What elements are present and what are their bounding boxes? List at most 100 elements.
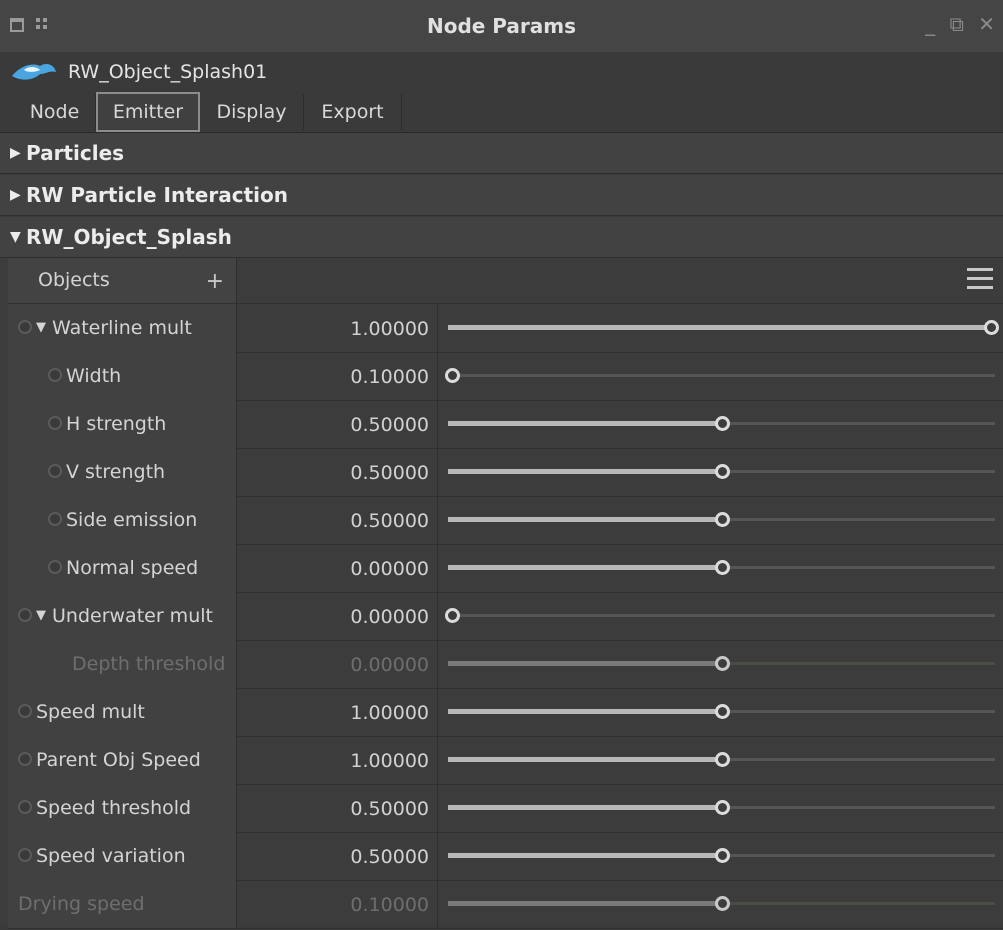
param-row-width: Width 0.10000 (8, 352, 1003, 401)
window-controls[interactable]: _ ⧉ ✕ (925, 12, 999, 36)
keyframe-radio-icon[interactable] (18, 800, 32, 814)
param-value-field[interactable]: 0.10000 (237, 880, 438, 928)
keyframe-radio-icon[interactable] (18, 752, 32, 766)
param-slider[interactable] (438, 880, 1003, 928)
param-value-field[interactable]: 0.50000 (237, 496, 438, 544)
param-value-field[interactable]: 0.10000 (237, 352, 438, 400)
keyframe-radio-icon[interactable] (48, 464, 62, 478)
tab-export[interactable]: Export (304, 94, 402, 130)
param-label: H strength (66, 413, 167, 435)
param-slider[interactable] (438, 832, 1003, 880)
section-label: Particles (26, 141, 125, 165)
param-value-field[interactable]: 0.50000 (237, 400, 438, 448)
slider-track[interactable] (448, 374, 995, 377)
param-value: 0.00000 (350, 606, 429, 628)
slider-handle[interactable] (714, 416, 730, 431)
keyframe-radio-icon[interactable] (18, 848, 32, 862)
param-value-field[interactable]: 1.00000 (237, 304, 438, 352)
param-value-field[interactable]: 0.50000 (237, 448, 438, 496)
collapse-caret-icon[interactable]: ▼ (36, 592, 46, 640)
keyframe-radio-icon[interactable] (48, 560, 62, 574)
param-value-field[interactable]: 1.00000 (237, 688, 438, 736)
param-slider[interactable] (438, 784, 1003, 832)
param-label: Parent Obj Speed (36, 749, 201, 771)
param-label-cell: V strength (8, 448, 237, 496)
keyframe-radio-icon[interactable] (18, 320, 32, 334)
slider-handle[interactable] (984, 320, 999, 335)
tab-node[interactable]: Node (14, 94, 96, 130)
section-rw-object-splash[interactable]: ▼ RW_Object_Splash (0, 217, 1003, 258)
slider-handle[interactable] (714, 512, 730, 527)
param-slider[interactable] (438, 352, 1003, 400)
slider-track[interactable] (448, 614, 995, 617)
param-label-cell: Speed threshold (8, 784, 237, 832)
param-value-field[interactable]: 0.00000 (237, 640, 438, 688)
param-label: Normal speed (66, 557, 199, 579)
param-slider[interactable] (438, 544, 1003, 592)
node-name: RW_Object_Splash01 (68, 61, 268, 83)
slider-handle[interactable] (714, 896, 730, 911)
keyframe-radio-icon[interactable] (48, 512, 62, 526)
param-value: 0.00000 (350, 654, 429, 676)
param-label: Speed threshold (36, 797, 192, 819)
param-value-field[interactable]: 0.00000 (237, 544, 438, 592)
slider-handle[interactable] (714, 464, 730, 479)
section-particles[interactable]: ▶ Particles (0, 133, 1003, 174)
param-slider[interactable] (438, 496, 1003, 544)
param-value: 0.50000 (350, 846, 429, 868)
param-value: 1.00000 (350, 702, 429, 724)
keyframe-radio-icon[interactable] (48, 416, 62, 430)
param-value-field[interactable]: 0.00000 (237, 592, 438, 640)
keyframe-radio-icon[interactable] (18, 704, 32, 718)
slider-handle[interactable] (714, 800, 730, 815)
param-label-cell: Width (8, 352, 237, 400)
section-label: RW_Object_Splash (26, 225, 232, 249)
param-label-cell: ▼ Waterline mult (8, 304, 237, 352)
hamburger-menu-icon[interactable] (967, 266, 993, 292)
param-label: Side emission (66, 509, 198, 531)
tab-display[interactable]: Display (200, 94, 304, 130)
param-value: 0.10000 (350, 366, 429, 388)
slider-handle[interactable] (714, 560, 730, 575)
section-rw-particle-interaction[interactable]: ▶ RW Particle Interaction (0, 175, 1003, 216)
keyframe-radio-icon[interactable] (18, 608, 32, 622)
slider-handle[interactable] (714, 752, 730, 767)
param-value: 1.00000 (350, 750, 429, 772)
param-value-field[interactable]: 0.50000 (237, 784, 438, 832)
expand-arrow-icon: ▶ (10, 187, 21, 203)
param-label-cell: Speed mult (8, 688, 237, 736)
param-slider[interactable] (438, 640, 1003, 688)
objects-cell: Objects + (8, 258, 237, 303)
slider-fill (448, 421, 722, 426)
param-value: 0.50000 (350, 414, 429, 436)
param-value-field[interactable]: 0.50000 (237, 832, 438, 880)
param-slider[interactable] (438, 688, 1003, 736)
slider-fill (448, 901, 722, 906)
collapse-caret-icon[interactable]: ▼ (36, 304, 46, 352)
param-slider[interactable] (438, 448, 1003, 496)
param-label: Width (66, 365, 122, 387)
slider-fill (448, 853, 722, 858)
slider-fill (448, 469, 722, 474)
param-slider[interactable] (438, 304, 1003, 352)
slider-fill (448, 565, 722, 570)
param-slider[interactable] (438, 400, 1003, 448)
slider-handle[interactable] (445, 608, 460, 623)
slider-handle[interactable] (445, 368, 460, 383)
tab-emitter[interactable]: Emitter (96, 92, 200, 132)
param-label-cell: ▼ Underwater mult (8, 592, 237, 640)
param-label: Waterline mult (52, 317, 192, 339)
param-slider[interactable] (438, 736, 1003, 784)
param-label-cell: Normal speed (8, 544, 237, 592)
slider-handle[interactable] (714, 656, 730, 671)
param-row-waterline-mult: ▼ Waterline mult 1.00000 (8, 304, 1003, 353)
param-slider[interactable] (438, 592, 1003, 640)
param-label-cell: Parent Obj Speed (8, 736, 237, 784)
keyframe-radio-icon[interactable] (48, 368, 62, 382)
param-value-field[interactable]: 1.00000 (237, 736, 438, 784)
add-object-button[interactable]: + (206, 258, 224, 306)
param-row-h-strength: H strength 0.50000 (8, 400, 1003, 449)
param-row-parent-obj-speed: Parent Obj Speed 1.00000 (8, 736, 1003, 785)
slider-handle[interactable] (714, 704, 730, 719)
slider-handle[interactable] (714, 848, 730, 863)
